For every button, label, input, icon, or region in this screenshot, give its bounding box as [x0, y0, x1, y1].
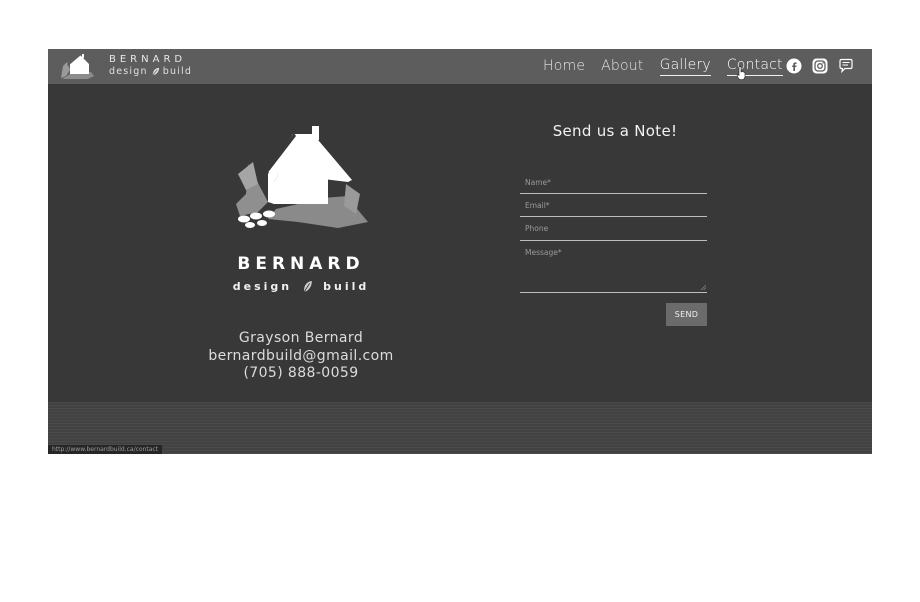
leaf-icon	[303, 281, 312, 293]
social-links	[786, 53, 854, 79]
contact-info: Grayson Bernard bernardbuild@gmail.com (…	[171, 330, 431, 383]
brand-name: BERNARD	[109, 54, 187, 65]
leaf-icon	[152, 67, 159, 76]
message-field[interactable]: Message*	[520, 243, 707, 293]
phone-field-placeholder: Phone	[525, 224, 549, 233]
brand-tagline-large: design build	[211, 280, 391, 293]
brand-tagline-left: design	[109, 66, 148, 77]
email-field-placeholder: Email*	[525, 201, 550, 210]
send-button[interactable]: SEND	[666, 303, 707, 326]
phone-field[interactable]: Phone	[520, 219, 707, 241]
nav-about[interactable]: About	[601, 58, 643, 76]
facebook-icon[interactable]	[786, 58, 802, 74]
form-title: Send us a Note!	[552, 122, 678, 140]
brand-tagline: design build	[109, 66, 192, 77]
brand-name-large: BERNARD	[237, 254, 365, 274]
resize-grip-icon[interactable]	[700, 284, 706, 290]
browser-viewport: BERNARD design build Home About Gallery …	[48, 49, 872, 454]
brand-tagline-right: build	[323, 280, 370, 293]
message-field-placeholder: Message*	[525, 248, 562, 257]
chat-icon[interactable]	[838, 58, 854, 74]
contact-phone[interactable]: (705) 888-0059	[171, 365, 431, 383]
main-nav: Home About Gallery Contact	[543, 49, 799, 84]
nav-home[interactable]: Home	[543, 58, 585, 76]
email-field[interactable]: Email*	[520, 196, 707, 217]
site-header: BERNARD design build Home About Gallery …	[48, 49, 872, 84]
contact-email[interactable]: bernardbuild@gmail.com	[171, 348, 431, 366]
contact-name: Grayson Bernard	[238, 330, 364, 346]
brand-tagline-left: design	[232, 280, 293, 293]
status-bar-url: http://www.bernardbuild.ca/contact	[48, 445, 163, 454]
name-field-placeholder: Name*	[525, 178, 551, 187]
house-logo-icon	[236, 126, 368, 228]
hand-cursor-icon	[736, 66, 746, 80]
nav-gallery[interactable]: Gallery	[659, 57, 711, 76]
name-field[interactable]: Name*	[520, 173, 707, 194]
instagram-icon[interactable]	[812, 58, 828, 74]
house-logo-icon[interactable]	[58, 52, 98, 82]
brand-tagline-right: build	[162, 66, 193, 77]
footer	[48, 402, 872, 454]
